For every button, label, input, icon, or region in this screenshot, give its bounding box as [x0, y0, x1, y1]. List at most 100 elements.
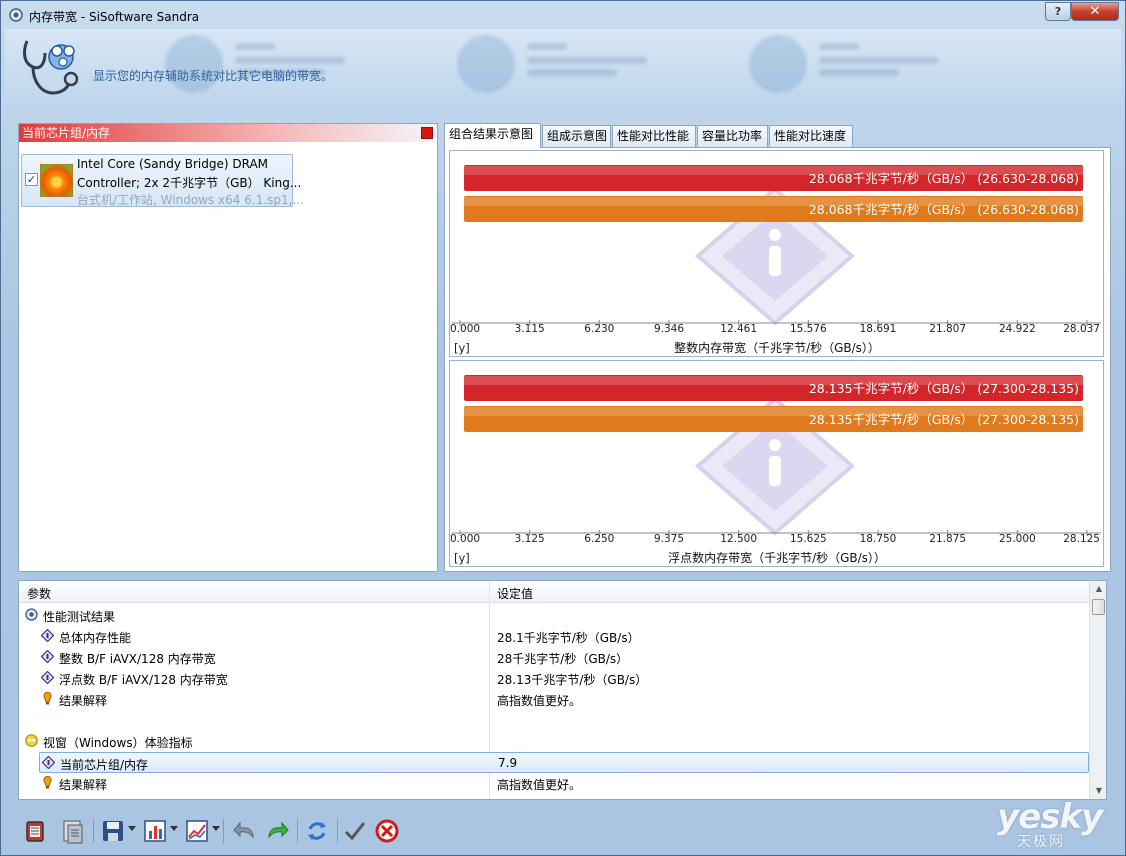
row-name: 结果解释 — [59, 778, 108, 792]
grid-row[interactable]: 结果解释 高指数值更好。 — [19, 689, 1089, 710]
grid-row[interactable]: 结果解释 高指数值更好。 — [19, 773, 1089, 794]
tick-label: 28.125 — [1063, 533, 1100, 545]
row-value: 高指数值更好。 — [497, 694, 582, 708]
undo-icon[interactable] — [231, 817, 259, 845]
tick-label: 15.625 — [790, 533, 827, 545]
scroll-thumb[interactable] — [1092, 599, 1105, 615]
stethoscope-brain-icon — [23, 40, 79, 95]
tick-label: 9.375 — [654, 533, 684, 545]
panel-title: 当前芯片组/内存 — [22, 126, 111, 140]
x-axis-title: 整数内存带宽（千兆字节/秒（GB/s）） — [674, 340, 880, 355]
graph-dropdown-arrow[interactable] — [212, 826, 220, 831]
row-value: 28.1千兆字节/秒（GB/s） — [497, 631, 640, 645]
results-grid: 参数 设定值 性能测试结果总体内存性能 28.1千兆字节/秒（GB/s） 整数 B/… — [18, 580, 1107, 800]
row-name: 性能测试结果 — [43, 610, 116, 624]
tick-label: 21.875 — [929, 533, 966, 545]
integer-chart-svg: 28.068千兆字节/秒（GB/s） (26.630-28.068) 28.068… — [450, 165, 1101, 355]
report-icon[interactable] — [59, 817, 87, 845]
grid-row[interactable]: 总体内存性能 28.1千兆字节/秒（GB/s） — [19, 626, 1089, 647]
save-icon[interactable] — [99, 817, 127, 845]
tick-label: 12.500 — [720, 533, 757, 545]
refresh-icon[interactable] — [303, 817, 331, 845]
toolbar-separator — [297, 819, 298, 843]
close-button[interactable]: ✕ — [1071, 2, 1119, 21]
grid-scrollbar[interactable]: ▲ ▼ — [1089, 581, 1106, 799]
app-window: 内存带宽 - SiSoftware Sandra ? ✕ 显示您的内存辅助系统对… — [0, 0, 1126, 856]
device-item[interactable]: ✓ Intel Core (Sandy Bridge) DRAM Control… — [21, 154, 304, 207]
scroll-down-arrow[interactable]: ▼ — [1093, 785, 1105, 797]
graph-icon[interactable] — [183, 817, 211, 845]
tick-label: 6.230 — [584, 323, 614, 335]
tab-components-chart[interactable]: 组成示意图 — [542, 125, 611, 147]
tip-icon — [43, 776, 52, 789]
row-name: 浮点数 B/F iAVX/128 内存带宽 — [59, 673, 228, 687]
window-title: 内存带宽 - SiSoftware Sandra — [29, 10, 200, 24]
redo-icon[interactable] — [263, 817, 291, 845]
device-thumbnail — [40, 164, 73, 197]
blurred-shortcut — [457, 35, 647, 96]
column-param: 参数 — [27, 587, 52, 601]
grid-row[interactable]: 整数 B/F iAVX/128 内存带宽 28千兆字节/秒（GB/s） — [19, 647, 1089, 668]
save-dropdown-arrow[interactable] — [128, 826, 136, 831]
y-axis-marker: [y] — [454, 551, 470, 565]
tick-label: 15.576 — [790, 323, 827, 335]
bar-label: 28.068千兆字节/秒（GB/s） (26.630-28.068) — [809, 171, 1079, 186]
toolbar-separator — [93, 819, 94, 843]
header-banner: 显示您的内存辅助系统对比其它电脑的带宽。 — [5, 29, 1121, 115]
panel-header: 当前芯片组/内存 — [19, 124, 437, 142]
bar-label: 28.135千兆字节/秒（GB/s） (27.300-28.135) — [809, 381, 1079, 396]
tab-speed-compare[interactable]: 性能对比速度 — [769, 125, 853, 147]
diamond-icon — [42, 756, 55, 769]
blurred-shortcut — [165, 35, 345, 96]
blurred-shortcut — [749, 35, 939, 96]
integer-bandwidth-chart: 28.068千兆字节/秒（GB/s） (26.630-28.068) 28.068… — [449, 150, 1104, 357]
globe-icon — [25, 608, 38, 621]
module-icon[interactable] — [21, 817, 49, 845]
chart-icon[interactable] — [141, 817, 169, 845]
ok-icon[interactable] — [341, 817, 369, 845]
grid-row[interactable]: 当前芯片组/内存 7.9 — [39, 752, 1089, 773]
sandra-app-icon — [9, 8, 23, 22]
bar-label: 28.068千兆字节/秒（GB/s） (26.630-28.068) — [809, 202, 1079, 217]
grid-group-row[interactable]: 性能测试结果 — [19, 605, 1089, 626]
tab-performance-compare[interactable]: 性能对比性能 — [612, 125, 696, 147]
tick-label: 25.000 — [999, 533, 1036, 545]
grid-row[interactable]: 浮点数 B/F iAVX/128 内存带宽 28.13千兆字节/秒（GB/s） — [19, 668, 1089, 689]
device-checkbox[interactable]: ✓ — [25, 173, 38, 186]
tick-label: 3.115 — [515, 323, 545, 335]
device-name-line2: Controller; 2x 2千兆字节（GB） King... — [77, 176, 302, 190]
row-name: 当前芯片组/内存 — [60, 758, 149, 772]
tick-label: 18.750 — [860, 533, 897, 545]
diamond-icon — [41, 650, 54, 663]
row-name: 视窗（Windows）体验指标 — [43, 736, 193, 750]
row-value: 7.9 — [498, 756, 518, 770]
title-bar: 内存带宽 - SiSoftware Sandra ? ✕ — [1, 1, 1125, 29]
diamond-icon — [41, 671, 54, 684]
watermark-subtext: 天极网 — [1017, 834, 1065, 850]
float-chart-svg: 28.135千兆字节/秒（GB/s） (27.300-28.135) 28.135… — [450, 375, 1101, 565]
tick-label: 21.807 — [929, 323, 966, 335]
float-bandwidth-chart: 28.135千兆字节/秒（GB/s） (27.300-28.135) 28.135… — [449, 360, 1104, 567]
tick-label: 0.000 — [450, 323, 480, 335]
scroll-up-arrow[interactable]: ▲ — [1093, 583, 1105, 595]
grid-header: 参数 设定值 — [19, 581, 1089, 603]
row-value: 28.13千兆字节/秒（GB/s） — [497, 673, 648, 687]
device-platform: 台式机/工作站, Windows x64 6.1.sp1,... — [77, 193, 304, 207]
help-button[interactable]: ? — [1045, 2, 1071, 21]
tab-combined-chart[interactable]: 组合结果示意图 — [444, 123, 541, 148]
tick-label: 12.461 — [720, 323, 757, 335]
tab-capacity-power[interactable]: 容量比功率 — [697, 125, 768, 147]
cancel-icon[interactable] — [373, 817, 401, 845]
grid-group-row[interactable]: 视窗（Windows）体验指标 — [19, 731, 1089, 752]
device-name-line1: Intel Core (Sandy Bridge) DRAM — [77, 157, 269, 171]
chart-dropdown-arrow[interactable] — [170, 826, 178, 831]
tick-label: 9.346 — [654, 323, 684, 335]
device-list-panel: 当前芯片组/内存 ✓ Intel Core (Sandy Bridge) DRA… — [18, 123, 438, 572]
tip-icon — [43, 692, 52, 705]
yesky-watermark: yesky 天极网 — [997, 797, 1103, 850]
toolbar-separator — [337, 819, 338, 843]
tick-label: 28.037 — [1063, 323, 1100, 335]
red-square-icon — [421, 127, 433, 139]
row-value: 28千兆字节/秒（GB/s） — [497, 652, 629, 666]
toolbar-separator — [223, 819, 224, 843]
